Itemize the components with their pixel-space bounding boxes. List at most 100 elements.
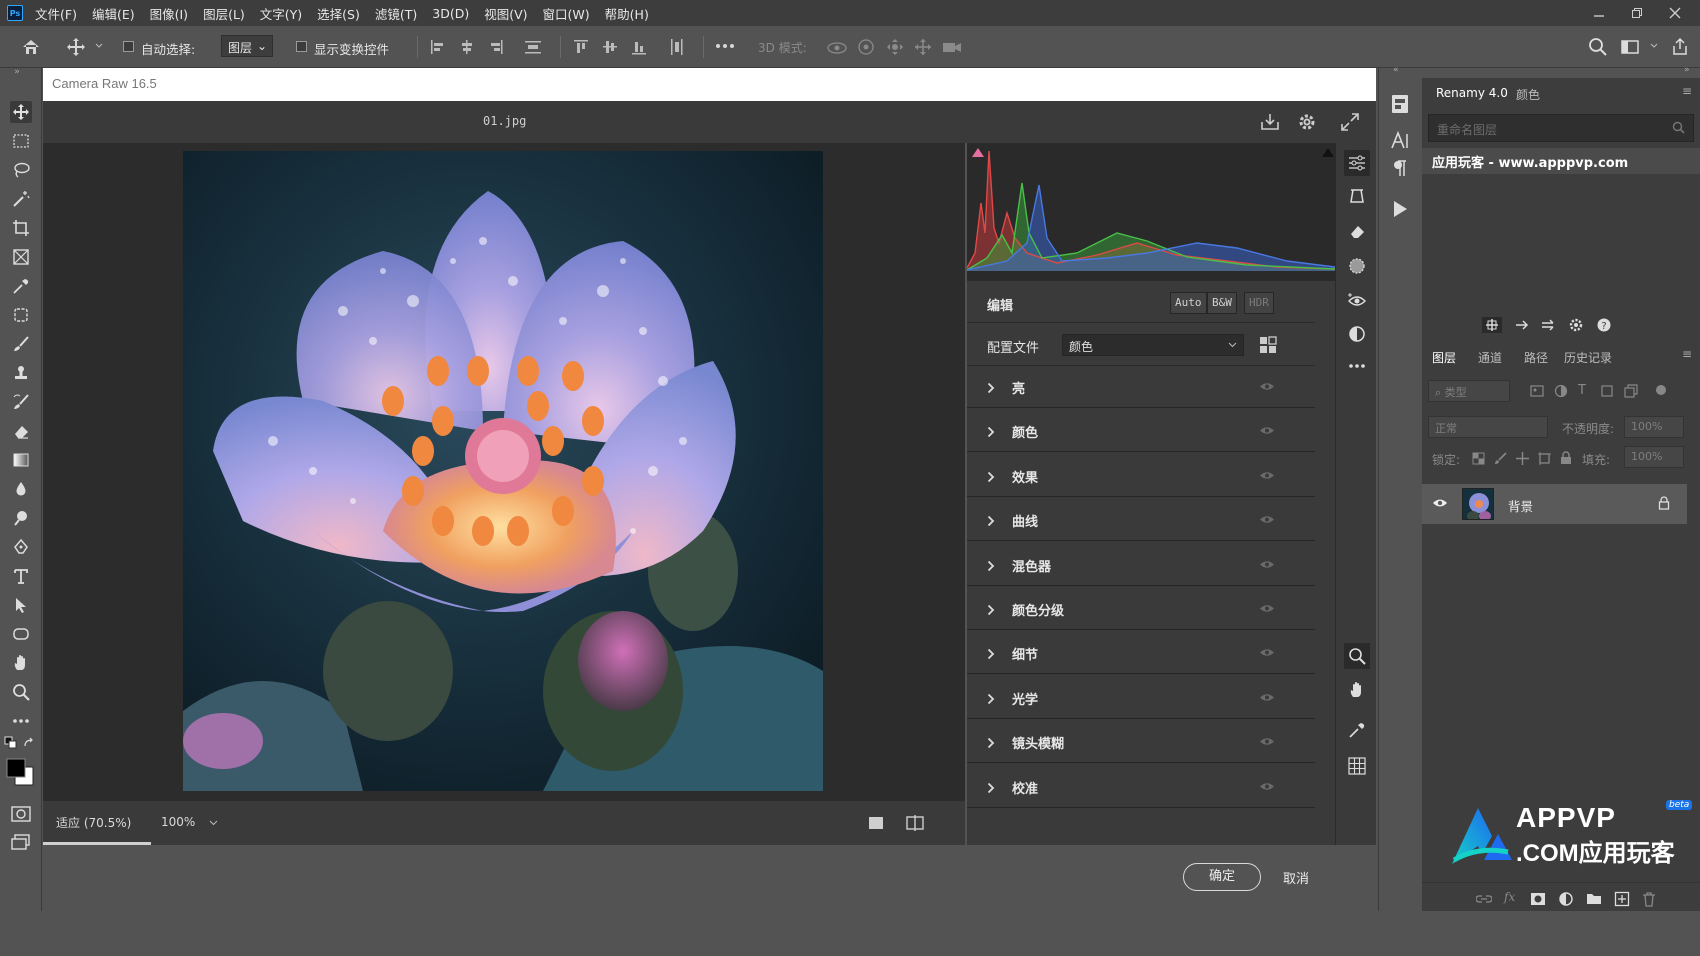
- visibility-eye-icon[interactable]: [1259, 514, 1275, 525]
- remove-tool-icon[interactable]: [1346, 220, 1368, 242]
- actions-play-icon[interactable]: [1389, 198, 1411, 220]
- visibility-eye-icon[interactable]: [1259, 781, 1275, 792]
- help-icon[interactable]: ?: [1596, 317, 1612, 333]
- chevron-down-icon[interactable]: [209, 820, 218, 826]
- quick-mask-icon[interactable]: [10, 803, 32, 825]
- distribute-icon[interactable]: [524, 37, 542, 57]
- gear-icon[interactable]: [1568, 317, 1584, 333]
- visibility-eye-icon[interactable]: [1259, 692, 1275, 703]
- minimize-icon[interactable]: [1580, 0, 1618, 26]
- color-swatches[interactable]: [4, 756, 36, 788]
- panel-section[interactable]: 颜色分级: [967, 589, 1315, 630]
- more-tools-icon[interactable]: [10, 710, 32, 732]
- hdr-button[interactable]: HDR: [1244, 292, 1274, 314]
- move-tool-icon[interactable]: [10, 101, 32, 123]
- layer-row-background[interactable]: 背景: [1422, 484, 1687, 524]
- red-eye-icon[interactable]: [1346, 290, 1368, 312]
- panel-section[interactable]: 细节: [967, 633, 1315, 675]
- menu-file[interactable]: 文件(F): [35, 4, 77, 23]
- 3d-roll-icon[interactable]: [856, 37, 876, 57]
- cancel-button[interactable]: 取消: [1283, 868, 1309, 887]
- lock-position-icon[interactable]: [1516, 452, 1529, 465]
- crop-rotate-icon[interactable]: [1346, 185, 1368, 207]
- profile-browser-icon[interactable]: [1259, 336, 1277, 354]
- image-preview[interactable]: [43, 143, 965, 801]
- lock-all-icon[interactable]: [1560, 451, 1572, 465]
- eraser-tool-icon[interactable]: [10, 420, 32, 442]
- panel-section[interactable]: 效果: [967, 456, 1315, 497]
- healing-brush-icon[interactable]: [10, 304, 32, 326]
- align-middle-icon[interactable]: [602, 37, 618, 57]
- menu-3d[interactable]: 3D(D): [432, 6, 469, 21]
- visibility-eye-icon[interactable]: [1259, 470, 1275, 481]
- panel-section[interactable]: 校准: [967, 767, 1315, 808]
- lock-artboard-icon[interactable]: [1538, 452, 1551, 465]
- search-icon[interactable]: [1672, 121, 1685, 134]
- layer-kind-select[interactable]: ⌕ 类型: [1428, 380, 1510, 402]
- adjustment-layer-icon[interactable]: [1558, 891, 1574, 907]
- 3d-orbit-icon[interactable]: [826, 37, 848, 57]
- menu-image[interactable]: 图像(I): [150, 4, 188, 23]
- panel-menu-icon[interactable]: ≡: [1682, 84, 1692, 98]
- share-icon[interactable]: [1670, 37, 1690, 57]
- edit-sliders-icon[interactable]: [1344, 150, 1370, 176]
- tab-color[interactable]: 颜色: [1516, 86, 1540, 103]
- opacity-input[interactable]: 100%: [1624, 416, 1684, 438]
- type-filter-icon[interactable]: T: [1578, 383, 1586, 398]
- menu-view[interactable]: 视图(V): [484, 4, 527, 23]
- zoom-fit-button[interactable]: 适应 (70.5%): [43, 801, 151, 845]
- bw-button[interactable]: B&W: [1207, 292, 1237, 314]
- menu-edit[interactable]: 编辑(E): [92, 4, 135, 23]
- 3d-camera-icon[interactable]: [941, 37, 963, 57]
- restore-icon[interactable]: [1618, 0, 1656, 26]
- stamp-tool-icon[interactable]: [10, 362, 32, 384]
- panel-section[interactable]: 曲线: [967, 500, 1315, 542]
- align-bottom-icon[interactable]: [631, 37, 647, 57]
- menu-layer[interactable]: 图层(L): [203, 4, 245, 23]
- auto-button[interactable]: Auto: [1170, 292, 1207, 314]
- menu-select[interactable]: 选择(S): [317, 4, 360, 23]
- renamy-list-item[interactable]: 应用玩客 - www.apppvp.com: [1422, 148, 1700, 174]
- ok-button[interactable]: 确定: [1183, 863, 1261, 891]
- lock-pixels-icon[interactable]: [1494, 452, 1507, 465]
- screen-mode-icon[interactable]: [10, 831, 32, 853]
- tab-layers[interactable]: 图层: [1432, 349, 1456, 366]
- new-layer-icon[interactable]: [1614, 891, 1630, 907]
- panel-section[interactable]: 亮: [967, 367, 1315, 408]
- search-icon[interactable]: [1588, 37, 1608, 57]
- paragraph-panel-icon[interactable]: [1389, 158, 1411, 180]
- brush-tool-icon[interactable]: [10, 333, 32, 355]
- rename-input[interactable]: 重命名图层: [1428, 114, 1694, 142]
- pen-tool-icon[interactable]: [10, 536, 32, 558]
- grid-overlay-icon[interactable]: [1346, 755, 1368, 777]
- menu-type[interactable]: 文字(Y): [260, 4, 302, 23]
- panel-menu-icon[interactable]: ≡: [1682, 347, 1692, 361]
- hand-tool-icon[interactable]: [10, 652, 32, 674]
- close-icon[interactable]: [1656, 0, 1694, 26]
- zoom-tool-icon[interactable]: [10, 681, 32, 703]
- align-left-icon[interactable]: [430, 37, 446, 57]
- visibility-eye-icon[interactable]: [1259, 647, 1275, 658]
- collapse-icon[interactable]: «: [1393, 65, 1399, 75]
- profile-select[interactable]: 颜色: [1062, 334, 1244, 356]
- visibility-eye-icon[interactable]: [1259, 736, 1275, 747]
- home-icon[interactable]: [21, 37, 41, 57]
- menu-filter[interactable]: 滤镜(T): [375, 4, 417, 23]
- tab-renamy[interactable]: Renamy 4.0: [1436, 86, 1508, 100]
- add-mask-icon[interactable]: [1530, 892, 1546, 906]
- fx-icon[interactable]: fx: [1504, 890, 1515, 904]
- auto-select-target-select[interactable]: 图层 ⌄: [221, 35, 273, 57]
- filter-toggle-icon[interactable]: [1656, 385, 1666, 395]
- save-icon[interactable]: [1260, 112, 1280, 132]
- tab-paths[interactable]: 路径: [1524, 349, 1548, 366]
- align-icon[interactable]: [1482, 317, 1502, 333]
- align-center-h-icon[interactable]: [459, 37, 475, 57]
- blur-tool-icon[interactable]: [10, 478, 32, 500]
- fill-input[interactable]: 100%: [1624, 446, 1684, 468]
- pixel-filter-icon[interactable]: [1530, 384, 1544, 398]
- move-tool-icon[interactable]: [66, 37, 86, 57]
- more-icon[interactable]: [1346, 355, 1368, 377]
- panel-section[interactable]: 颜色: [967, 411, 1315, 453]
- compare-view-icon[interactable]: [905, 814, 925, 832]
- fullscreen-icon[interactable]: [1340, 112, 1360, 132]
